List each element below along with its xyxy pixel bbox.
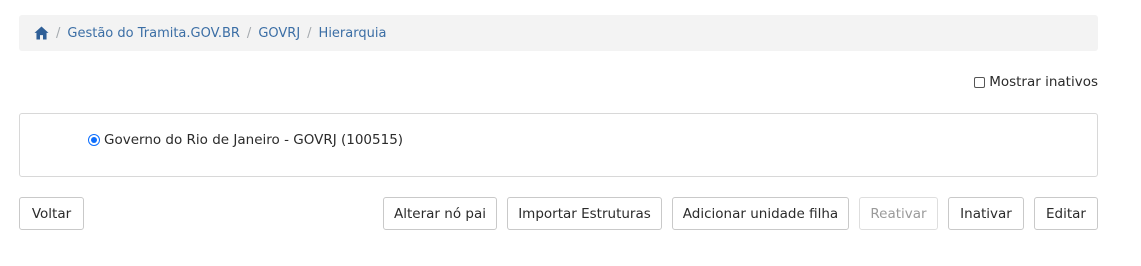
reactivate-button: Reativar bbox=[859, 197, 938, 230]
breadcrumb: / Gestão do Tramita.GOV.BR / GOVRJ / Hie… bbox=[19, 15, 1098, 51]
import-structures-button[interactable]: Importar Estruturas bbox=[507, 197, 662, 230]
breadcrumb-separator: / bbox=[307, 25, 312, 41]
breadcrumb-link-gestao[interactable]: Gestão do Tramita.GOV.BR bbox=[67, 26, 240, 41]
breadcrumb-separator: / bbox=[246, 25, 252, 41]
tree-node-root[interactable]: Governo do Rio de Janeiro - GOVRJ (10051… bbox=[88, 132, 403, 148]
home-icon[interactable] bbox=[33, 25, 49, 41]
breadcrumb-link-govrj[interactable]: GOVRJ bbox=[258, 26, 300, 41]
show-inactive-checkbox[interactable] bbox=[974, 76, 986, 88]
breadcrumb-link-hierarquia[interactable]: Hierarquia bbox=[319, 26, 387, 41]
back-button[interactable]: Voltar bbox=[19, 197, 84, 230]
hierarchy-tree-panel: Governo do Rio de Janeiro - GOVRJ (10051… bbox=[19, 113, 1098, 177]
tree-node-label: Governo do Rio de Janeiro - GOVRJ (10051… bbox=[104, 132, 404, 148]
tree-node-radio[interactable] bbox=[88, 134, 100, 146]
change-parent-button[interactable]: Alterar nó pai bbox=[383, 197, 497, 230]
add-child-unit-button[interactable]: Adicionar unidade filha bbox=[672, 197, 849, 230]
show-inactive-toggle[interactable]: Mostrar inativos bbox=[974, 74, 1098, 90]
breadcrumb-separator: / bbox=[56, 25, 61, 41]
show-inactive-label: Mostrar inativos bbox=[989, 74, 1098, 90]
inactivate-button[interactable]: Inativar bbox=[948, 197, 1024, 230]
edit-button[interactable]: Editar bbox=[1034, 197, 1098, 230]
